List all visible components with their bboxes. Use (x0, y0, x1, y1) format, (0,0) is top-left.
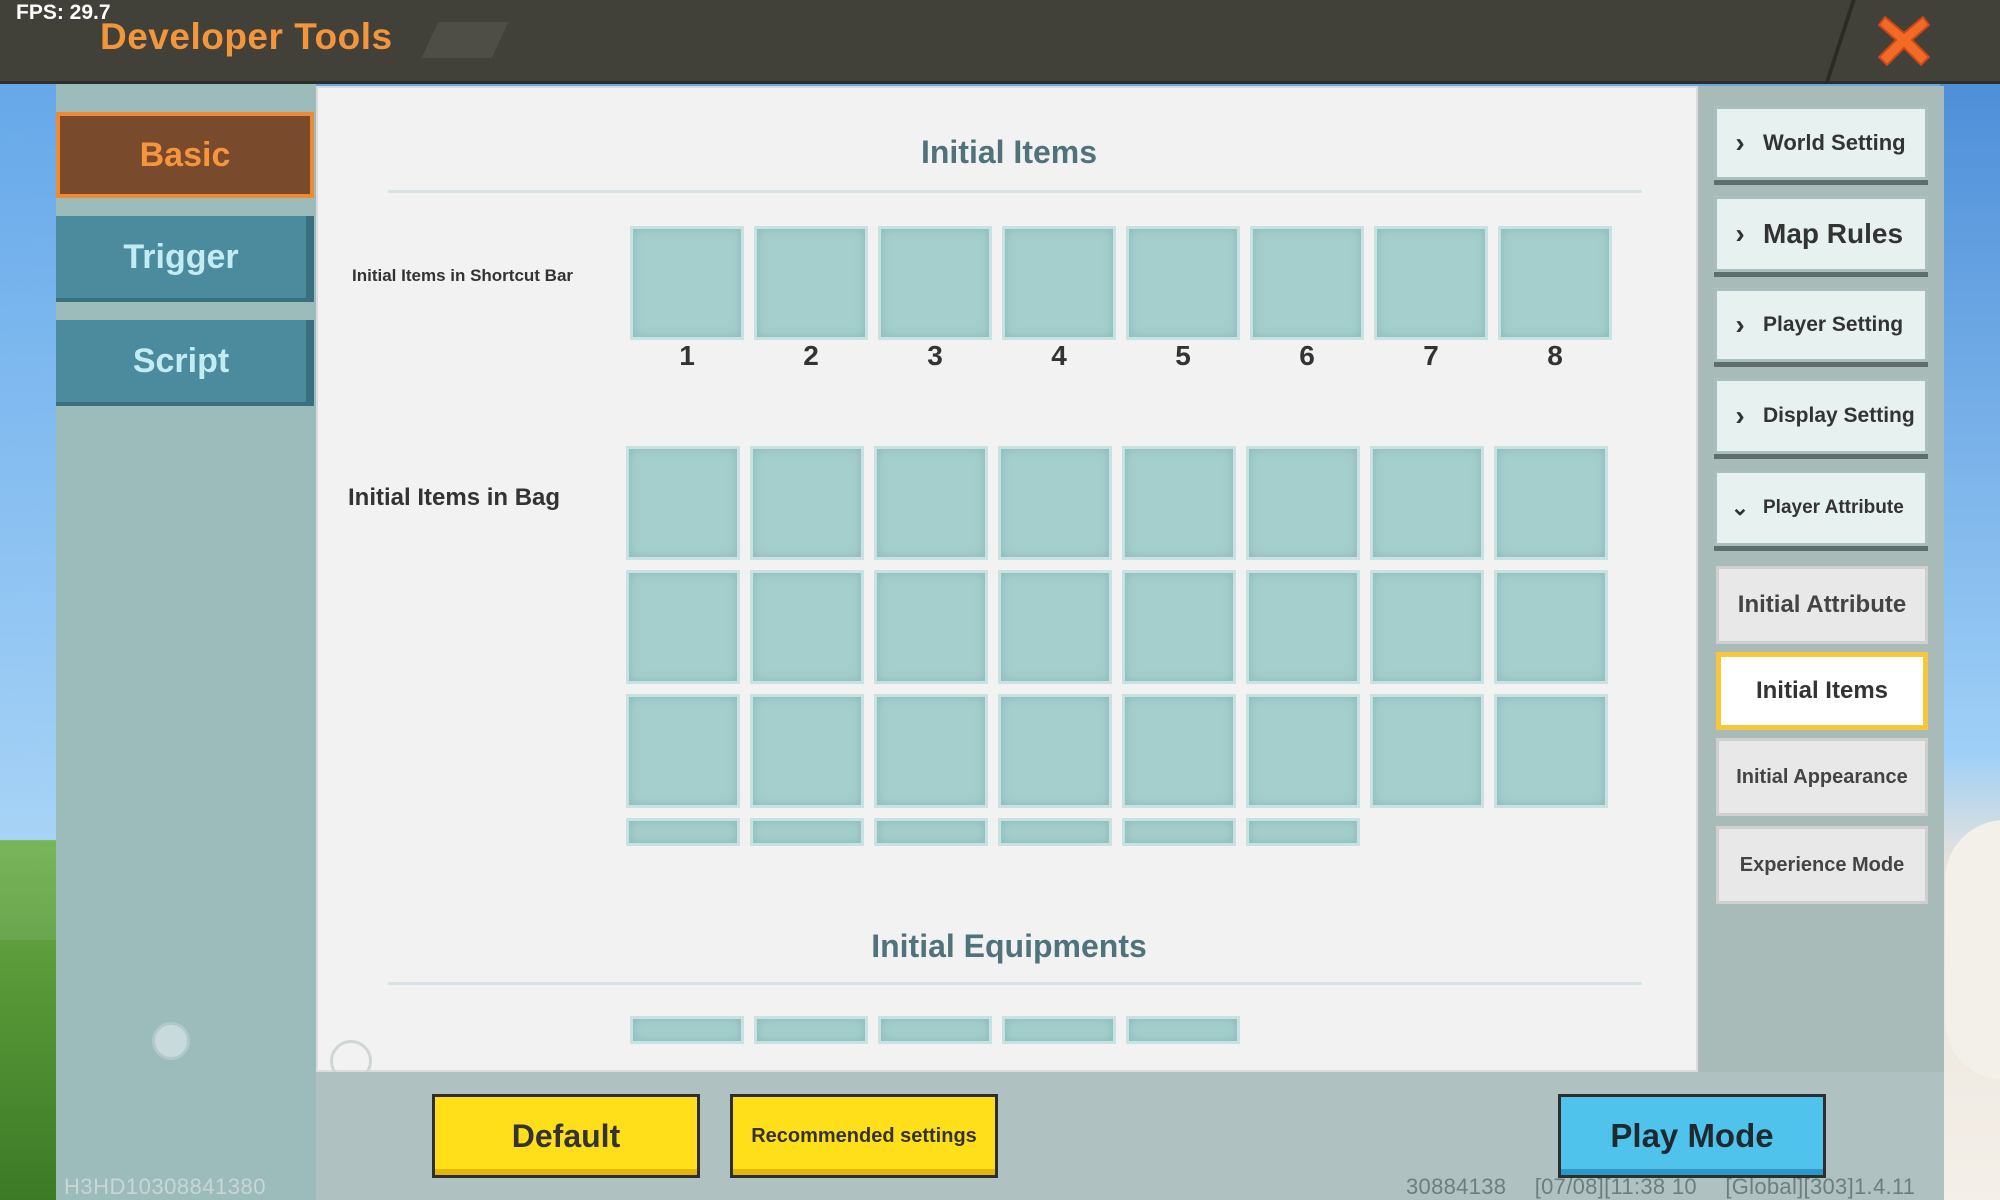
slot-number: 6 (1299, 340, 1315, 371)
initial-equipments-title: Initial Equipments (871, 928, 1147, 964)
bag-slot[interactable] (1246, 570, 1360, 684)
equipment-slot[interactable] (754, 1016, 868, 1044)
slot-number: 8 (1547, 340, 1563, 371)
bag-slot[interactable] (750, 818, 864, 846)
bag-slot[interactable] (626, 446, 740, 560)
shortcut-bar-label: Initial Items in Shortcut Bar (352, 266, 574, 285)
close-button[interactable] (1872, 8, 1936, 72)
bag-slot[interactable] (998, 570, 1112, 684)
bag-slot[interactable] (874, 570, 988, 684)
default-button[interactable]: Default (432, 1094, 700, 1178)
version-text: [Global][303]1.4.11 (1725, 1174, 1916, 1199)
build-info: 30884138 [07/08][11:38 10 [Global][303]1… (1406, 1174, 1937, 1200)
equipment-slot[interactable] (1002, 1016, 1116, 1044)
shortcut-slot-3[interactable] (878, 226, 992, 340)
bag-slot[interactable] (750, 446, 864, 560)
close-x-icon (1878, 16, 1930, 66)
bag-slot[interactable] (1370, 570, 1484, 684)
nav-map-rules[interactable]: › Map Rules (1714, 196, 1928, 272)
nav-label: Player Attribute (1763, 497, 1904, 518)
device-id-text: H3HD10308841380 (64, 1174, 266, 1199)
uid-text: 30884138 (1406, 1174, 1507, 1199)
tab-trigger[interactable]: Trigger (56, 216, 314, 302)
bag-slot[interactable] (998, 694, 1112, 808)
bag-slot[interactable] (1246, 446, 1360, 560)
slot-number: 4 (1051, 340, 1067, 371)
tab-script[interactable]: Script (56, 320, 314, 406)
shortcut-slot-7[interactable] (1374, 226, 1488, 340)
chevron-right-icon: › (1735, 400, 1745, 431)
nav-label: Player Setting (1763, 313, 1904, 336)
chevron-down-icon: ⌄ (1730, 495, 1750, 520)
slot-number: 3 (927, 340, 943, 371)
bag-slot[interactable] (1246, 818, 1360, 846)
bag-slot[interactable] (626, 818, 740, 846)
bag-slot[interactable] (1122, 570, 1236, 684)
chevron-right-icon: › (1735, 309, 1745, 340)
slot-number: 7 (1423, 340, 1439, 371)
sub-nav-initial-attribute[interactable]: Initial Attribute (1716, 566, 1928, 644)
nav-display-setting[interactable]: › Display Setting (1714, 378, 1928, 454)
nav-label: World Setting (1763, 130, 1906, 155)
bag-slot[interactable] (1494, 694, 1608, 808)
shortcut-slot-2[interactable] (754, 226, 868, 340)
slot-number: 5 (1175, 340, 1191, 371)
shortcut-slot-8[interactable] (1498, 226, 1612, 340)
timestamp-text: [07/08][11:38 10 (1534, 1174, 1697, 1199)
sub-nav-experience-mode[interactable]: Experience Mode (1716, 826, 1928, 904)
page-title: Developer Tools (100, 16, 393, 57)
bag-slot[interactable] (998, 818, 1112, 846)
grass-decoration (0, 940, 56, 1200)
shortcut-slot-6[interactable] (1250, 226, 1364, 340)
slot-number: 1 (679, 340, 695, 371)
bag-label: Initial Items in Bag (348, 484, 561, 511)
initial-items-title: Initial Items (920, 134, 1098, 170)
bag-slot[interactable] (1246, 694, 1360, 808)
equipment-slot[interactable] (878, 1016, 992, 1044)
bag-slot[interactable] (998, 446, 1112, 560)
nav-label: Display Setting (1763, 404, 1915, 427)
bag-slot[interactable] (1370, 694, 1484, 808)
bag-slot[interactable] (750, 570, 864, 684)
bag-slot[interactable] (750, 694, 864, 808)
nav-player-setting[interactable]: › Player Setting (1714, 288, 1928, 362)
shortcut-slot-4[interactable] (1002, 226, 1116, 340)
nav-player-attribute[interactable]: ⌄ Player Attribute (1714, 470, 1928, 546)
bag-slot[interactable] (874, 446, 988, 560)
shortcut-slot-1[interactable] (630, 226, 744, 340)
chevron-right-icon: › (1735, 218, 1745, 249)
bag-slot[interactable] (874, 818, 988, 846)
chevron-right-icon: › (1735, 127, 1745, 158)
bag-slot[interactable] (1370, 446, 1484, 560)
fps-counter: FPS: 29.7 (16, 1, 111, 24)
nav-label: Map Rules (1763, 218, 1904, 249)
bag-slot[interactable] (1122, 446, 1236, 560)
section-divider (388, 190, 1642, 193)
equipment-slot[interactable] (1126, 1016, 1240, 1044)
recommended-settings-button[interactable]: Recommended settings (730, 1094, 998, 1178)
settings-content-panel[interactable]: Initial Items Initial Items in Shortcut … (316, 86, 1698, 1072)
equipment-slot[interactable] (630, 1016, 744, 1044)
cloud-decoration (1945, 820, 2000, 1080)
bag-slot[interactable] (626, 694, 740, 808)
bag-slot[interactable] (1494, 570, 1608, 684)
bag-slot[interactable] (1494, 446, 1608, 560)
slot-number: 2 (803, 340, 819, 371)
nav-world-setting[interactable]: › World Setting (1714, 106, 1928, 180)
sub-nav-initial-appearance[interactable]: Initial Appearance (1716, 738, 1928, 816)
tab-basic[interactable]: Basic (56, 112, 314, 198)
bag-slot[interactable] (874, 694, 988, 808)
play-mode-button[interactable]: Play Mode (1558, 1094, 1826, 1178)
bag-slot[interactable] (1122, 694, 1236, 808)
shortcut-slot-5[interactable] (1126, 226, 1240, 340)
sub-nav-initial-items[interactable]: Initial Items (1716, 652, 1928, 730)
bag-slot[interactable] (1122, 818, 1236, 846)
bag-slot[interactable] (626, 570, 740, 684)
section-divider (388, 982, 1642, 985)
joystick-dot[interactable] (152, 1022, 190, 1060)
